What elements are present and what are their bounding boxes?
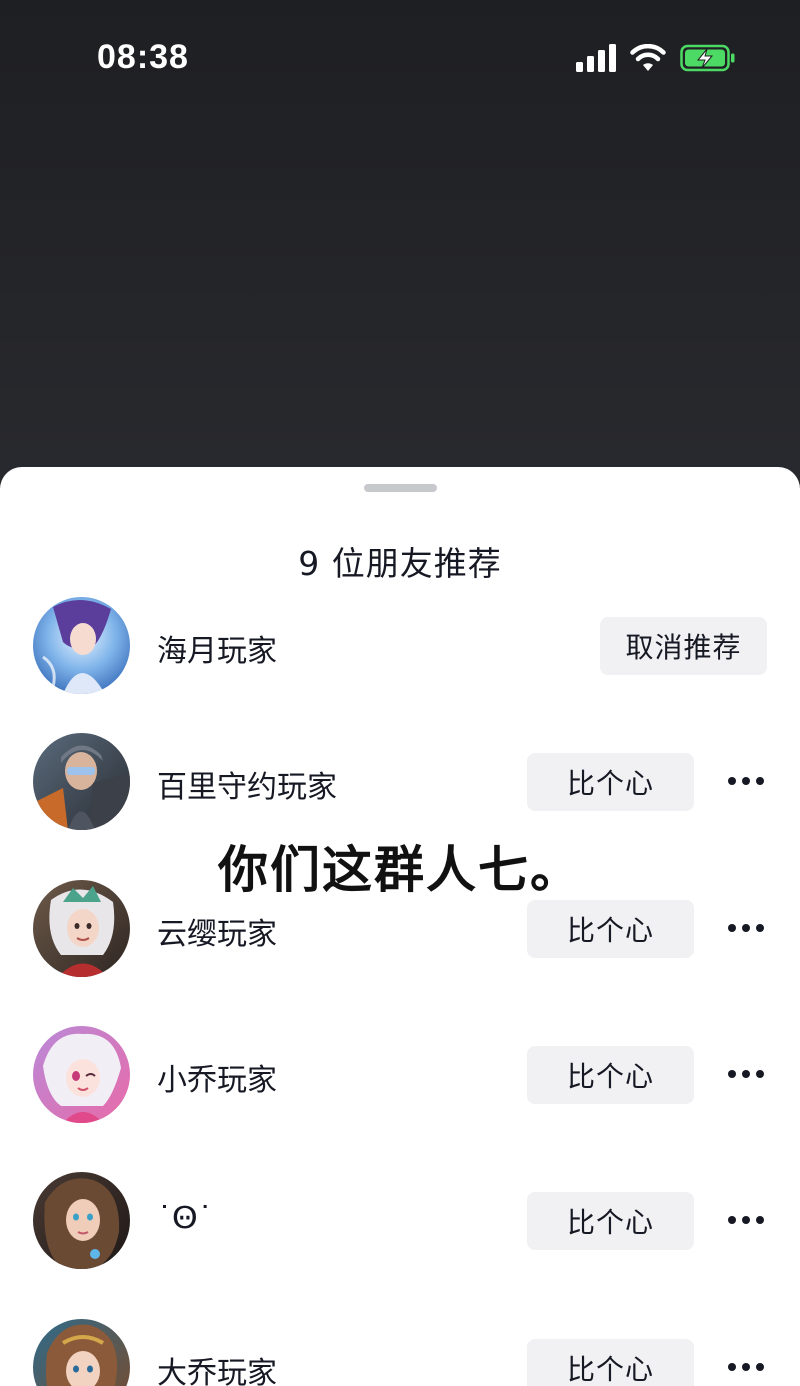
avatar[interactable] — [33, 733, 130, 830]
list-item[interactable]: 百里守约玩家 比个心 — [0, 733, 800, 833]
friend-name: 海月玩家 — [157, 634, 277, 669]
status-icons — [576, 43, 736, 76]
list-item[interactable]: 小乔玩家 比个心 — [0, 1026, 800, 1126]
status-bar: 08:38 — [0, 0, 800, 120]
heart-button[interactable]: 比个心 — [527, 1192, 694, 1250]
signal-icon — [576, 44, 616, 76]
friend-recommend-sheet: 9 位朋友推荐 海月玩家 取消推荐 百里守约玩家 比个心 云缨玩家 比个心 小乔… — [0, 467, 800, 1386]
friend-name: 云缨玩家 — [157, 917, 277, 952]
list-item[interactable]: ˙Ꙫ˙ 比个心 — [0, 1172, 800, 1272]
friend-name: 大乔玩家 — [157, 1356, 277, 1386]
more-icon[interactable] — [728, 775, 764, 787]
heart-button[interactable]: 比个心 — [527, 1339, 694, 1386]
friend-list: 海月玩家 取消推荐 百里守约玩家 比个心 云缨玩家 比个心 小乔玩家 比个心 ˙… — [0, 467, 800, 1386]
battery-charging-icon — [680, 44, 736, 76]
list-item[interactable]: 海月玩家 取消推荐 — [0, 597, 800, 697]
cancel-recommend-button[interactable]: 取消推荐 — [600, 617, 767, 675]
friend-name: ˙Ꙫ˙ — [157, 1201, 213, 1236]
list-item[interactable]: 大乔玩家 比个心 — [0, 1319, 800, 1386]
list-item[interactable]: 云缨玩家 比个心 — [0, 880, 800, 980]
wifi-icon — [630, 43, 666, 76]
avatar[interactable] — [33, 880, 130, 977]
heart-button[interactable]: 比个心 — [527, 900, 694, 958]
friend-name: 小乔玩家 — [157, 1063, 277, 1098]
avatar[interactable] — [33, 1172, 130, 1269]
avatar[interactable] — [33, 1026, 130, 1123]
more-icon[interactable] — [728, 1068, 764, 1080]
avatar[interactable] — [33, 1319, 130, 1386]
more-icon[interactable] — [728, 1214, 764, 1226]
more-icon[interactable] — [728, 922, 764, 934]
heart-button[interactable]: 比个心 — [527, 1046, 694, 1104]
heart-button[interactable]: 比个心 — [527, 753, 694, 811]
avatar[interactable] — [33, 597, 130, 694]
more-icon[interactable] — [728, 1361, 764, 1373]
friend-name: 百里守约玩家 — [157, 770, 337, 805]
status-time: 08:38 — [97, 38, 189, 76]
